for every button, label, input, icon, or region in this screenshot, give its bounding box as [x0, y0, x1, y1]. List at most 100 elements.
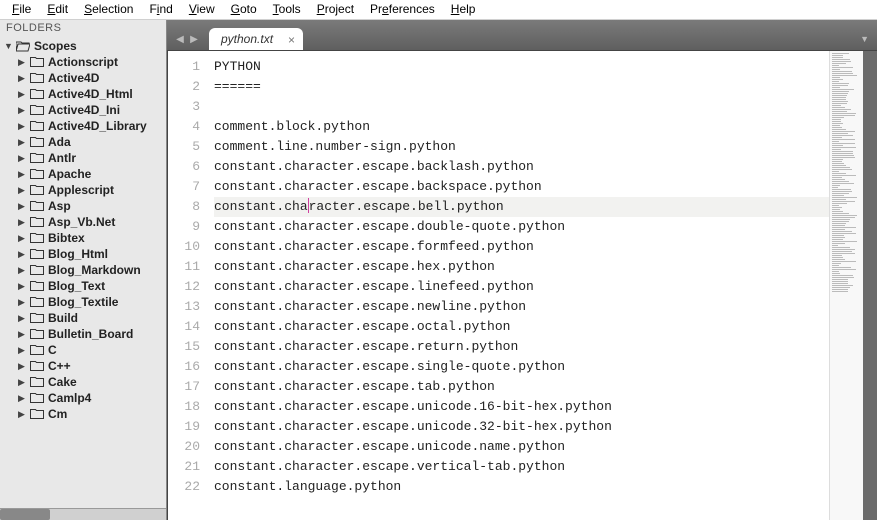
close-icon[interactable]: ×	[288, 33, 295, 47]
nav-forward-icon[interactable]: ▶	[187, 32, 201, 46]
menu-help[interactable]: Help	[443, 0, 484, 19]
tree-item[interactable]: ▶Ada	[0, 134, 166, 150]
minimap-line	[832, 213, 849, 214]
tree-item[interactable]: ▶Blog_Html	[0, 246, 166, 262]
line-number: 15	[168, 337, 200, 357]
tree-item[interactable]: ▶Active4D_Ini	[0, 102, 166, 118]
minimap-line	[832, 95, 847, 96]
minimap-line	[832, 183, 854, 184]
menu-edit[interactable]: Edit	[39, 0, 76, 19]
tree-item[interactable]: ▶Active4D	[0, 70, 166, 86]
code-content[interactable]: PYTHON====== comment.block.pythoncomment.…	[208, 51, 829, 520]
code-line[interactable]: constant.character.escape.formfeed.pytho…	[214, 237, 829, 257]
code-line[interactable]: comment.block.python	[214, 117, 829, 137]
tree-item[interactable]: ▶Blog_Textile	[0, 294, 166, 310]
code-line[interactable]: constant.language.python	[214, 477, 829, 497]
code-line[interactable]	[214, 97, 829, 117]
tree-item-label: Apache	[48, 167, 91, 181]
minimap-line	[832, 259, 845, 260]
code-line[interactable]: constant.character.escape.octal.python	[214, 317, 829, 337]
minimap-line	[832, 189, 851, 190]
code-line[interactable]: constant.character.escape.newline.python	[214, 297, 829, 317]
code-line[interactable]: constant.character.escape.unicode.16-bit…	[214, 397, 829, 417]
code-line[interactable]: ======	[214, 77, 829, 97]
tree-root-scopes[interactable]: ▼ Scopes	[0, 38, 166, 54]
tree-item[interactable]: ▶Blog_Text	[0, 278, 166, 294]
tree-item[interactable]: ▶Bulletin_Board	[0, 326, 166, 342]
code-line[interactable]: constant.character.escape.unicode.32-bit…	[214, 417, 829, 437]
tree-item[interactable]: ▶Active4D_Library	[0, 118, 166, 134]
text-editor[interactable]: 12345678910111213141516171819202122 PYTH…	[167, 50, 877, 520]
tree-item[interactable]: ▶Applescript	[0, 182, 166, 198]
tree-item[interactable]: ▶C++	[0, 358, 166, 374]
code-line[interactable]: constant.character.escape.backspace.pyth…	[214, 177, 829, 197]
menu-tools[interactable]: Tools	[265, 0, 309, 19]
minimap-line	[832, 273, 840, 274]
menu-goto[interactable]: Goto	[223, 0, 265, 19]
menu-project[interactable]: Project	[309, 0, 362, 19]
minimap[interactable]	[829, 51, 863, 520]
code-line[interactable]: constant.character.escape.unicode.name.p…	[214, 437, 829, 457]
menu-find[interactable]: Find	[141, 0, 180, 19]
menu-file[interactable]: File	[4, 0, 39, 19]
menu-view[interactable]: View	[181, 0, 223, 19]
line-number: 4	[168, 117, 200, 137]
minimap-line	[832, 85, 848, 86]
main-area: FOLDERS ▼ Scopes ▶Actionscript▶Active4D▶…	[0, 20, 877, 520]
sidebar-horizontal-scrollbar[interactable]	[0, 508, 166, 520]
tree-item[interactable]: ▶Camlp4	[0, 390, 166, 406]
code-line[interactable]: constant.character.escape.tab.python	[214, 377, 829, 397]
code-line[interactable]: constant.character.escape.backlash.pytho…	[214, 157, 829, 177]
tree-item[interactable]: ▶Cm	[0, 406, 166, 422]
chevron-right-icon: ▶	[18, 169, 28, 180]
tree-item[interactable]: ▶C	[0, 342, 166, 358]
code-line[interactable]: PYTHON	[214, 57, 829, 77]
minimap-line	[832, 57, 843, 58]
tree-item[interactable]: ▶Asp_Vb.Net	[0, 214, 166, 230]
code-line[interactable]: constant.character.escape.linefeed.pytho…	[214, 277, 829, 297]
minimap-line	[832, 211, 843, 212]
minimap-line	[832, 151, 853, 152]
code-line[interactable]: constant.character.escape.vertical-tab.p…	[214, 457, 829, 477]
tree-item[interactable]: ▶Bibtex	[0, 230, 166, 246]
minimap-line	[832, 193, 849, 194]
tree-item[interactable]: ▶Actionscript	[0, 54, 166, 70]
chevron-right-icon: ▶	[18, 153, 28, 164]
code-line[interactable]: constant.character.escape.single-quote.p…	[214, 357, 829, 377]
chevron-right-icon: ▶	[18, 57, 28, 68]
tree-item-label: Blog_Textile	[48, 295, 118, 309]
line-number: 5	[168, 137, 200, 157]
minimap-line	[832, 267, 851, 268]
folder-icon	[30, 280, 44, 292]
tree-item[interactable]: ▶Asp	[0, 198, 166, 214]
code-line[interactable]: constant.character.escape.double-quote.p…	[214, 217, 829, 237]
tree-item[interactable]: ▶Active4D_Html	[0, 86, 166, 102]
vertical-scrollbar[interactable]	[863, 51, 877, 520]
minimap-line	[832, 219, 850, 220]
minimap-line	[832, 105, 841, 106]
menu-preferences[interactable]: Preferences	[362, 0, 443, 19]
tree-item[interactable]: ▶Blog_Markdown	[0, 262, 166, 278]
minimap-line	[832, 115, 855, 116]
minimap-line	[832, 235, 844, 236]
scrollbar-thumb[interactable]	[0, 509, 50, 520]
minimap-line	[832, 261, 856, 262]
code-line[interactable]: constant.character.escape.return.python	[214, 337, 829, 357]
code-line[interactable]: constant.character.escape.bell.python	[214, 197, 829, 217]
minimap-line	[832, 141, 839, 142]
line-number: 1	[168, 57, 200, 77]
minimap-line	[832, 249, 855, 250]
minimap-line	[832, 243, 845, 244]
tab-dropdown-icon[interactable]: ▼	[860, 34, 869, 44]
tree-item-label: C	[48, 343, 57, 357]
tree-item[interactable]: ▶Antlr	[0, 150, 166, 166]
tree-item[interactable]: ▶ Apache	[0, 166, 166, 182]
nav-back-icon[interactable]: ◀	[173, 32, 187, 46]
menu-selection[interactable]: Selection	[76, 0, 141, 19]
tree-item[interactable]: ▶Cake	[0, 374, 166, 390]
tree-item[interactable]: ▶Build	[0, 310, 166, 326]
tab-python-txt[interactable]: python.txt ×	[209, 28, 303, 50]
code-line[interactable]: comment.line.number-sign.python	[214, 137, 829, 157]
line-number: 19	[168, 417, 200, 437]
code-line[interactable]: constant.character.escape.hex.python	[214, 257, 829, 277]
